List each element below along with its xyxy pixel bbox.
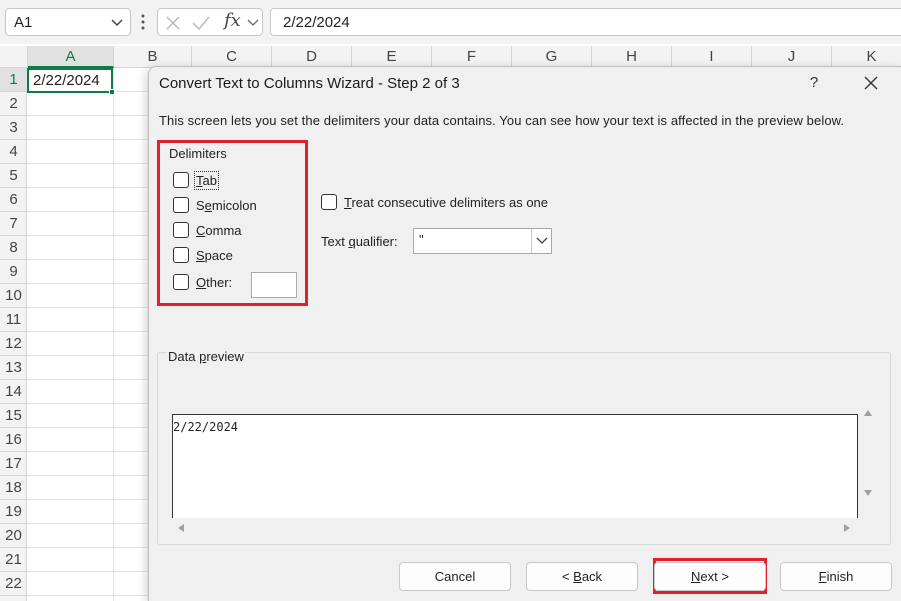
dropdown-button[interactable] <box>531 229 551 253</box>
column-header[interactable]: I <box>672 46 752 68</box>
formula-bar: A1 fx 2/22/2024 <box>0 0 901 44</box>
row-header[interactable]: 9 <box>0 260 27 284</box>
gridline <box>113 68 114 601</box>
formula-actions: fx <box>157 8 263 36</box>
comma-checkbox[interactable] <box>173 222 189 238</box>
name-box[interactable]: A1 <box>5 8 131 36</box>
text-qualifier-select[interactable]: " <box>413 228 552 254</box>
next-button[interactable]: Next > <box>654 562 766 591</box>
fill-handle[interactable] <box>109 89 115 95</box>
row-header[interactable]: 21 <box>0 548 27 572</box>
consecutive-label: Treat consecutive delimiters as one <box>344 195 549 210</box>
tab-checkbox[interactable] <box>173 172 189 188</box>
scroll-down-icon[interactable] <box>863 488 873 498</box>
semicolon-checkbox[interactable] <box>173 197 189 213</box>
data-preview-box[interactable]: 2/22/2024 <box>172 414 858 518</box>
text-qualifier-value: " <box>419 232 424 247</box>
column-header[interactable]: E <box>352 46 432 68</box>
back-button[interactable]: < Back <box>526 562 638 591</box>
row-header[interactable]: 11 <box>0 308 27 332</box>
space-label: Space <box>196 248 233 263</box>
scroll-right-icon[interactable] <box>842 523 852 533</box>
consecutive-checkbox[interactable] <box>321 194 337 210</box>
delimiters-group: Delimiters Tab Semicolon Comma Space Oth… <box>157 140 308 306</box>
row-header[interactable]: 3 <box>0 116 27 140</box>
column-header[interactable]: J <box>752 46 832 68</box>
row-header[interactable]: 5 <box>0 164 27 188</box>
scroll-up-icon[interactable] <box>863 408 873 418</box>
row-header[interactable]: 12 <box>0 332 27 356</box>
text-qualifier-label: Text qualifier: <box>321 234 398 249</box>
formula-value: 2/22/2024 <box>283 14 350 31</box>
row-header[interactable]: 18 <box>0 476 27 500</box>
column-header[interactable]: D <box>272 46 352 68</box>
column-headers: A B C D E F G H I J K <box>0 46 901 68</box>
column-header[interactable]: H <box>592 46 672 68</box>
row-header[interactable]: 22 <box>0 572 27 596</box>
row-header[interactable]: 4 <box>0 140 27 164</box>
close-icon[interactable] <box>856 71 886 95</box>
row-header[interactable]: 2 <box>0 92 27 116</box>
comma-label: Comma <box>196 223 242 238</box>
tab-label: Tab <box>194 171 219 190</box>
data-preview-legend: Data preview <box>167 349 245 364</box>
formula-input[interactable]: 2/22/2024 <box>270 8 901 36</box>
help-button[interactable]: ? <box>803 71 825 95</box>
column-header[interactable]: C <box>192 46 272 68</box>
column-header[interactable]: K <box>832 46 901 68</box>
column-header[interactable]: G <box>512 46 592 68</box>
cell-value: 2/22/2024 <box>33 72 100 89</box>
column-header[interactable]: A <box>28 46 114 68</box>
cell-a1[interactable]: 2/22/2024 <box>27 68 115 95</box>
other-label: Other: <box>196 275 233 290</box>
row-header[interactable]: 20 <box>0 524 27 548</box>
delimiters-legend: Delimiters <box>169 146 227 161</box>
text-to-columns-dialog: Convert Text to Columns Wizard - Step 2 … <box>148 66 901 601</box>
dialog-description: This screen lets you set the delimiters … <box>159 113 845 128</box>
more-options-icon[interactable] <box>140 13 146 31</box>
row-header[interactable]: 10 <box>0 284 27 308</box>
preview-line: 2/22/2024 <box>173 420 239 434</box>
row-header[interactable]: 16 <box>0 428 27 452</box>
chevron-down-icon[interactable] <box>247 18 259 28</box>
row-header[interactable]: 1 <box>0 68 27 92</box>
row-header[interactable]: 6 <box>0 188 27 212</box>
check-icon[interactable] <box>191 14 211 32</box>
dialog-title: Convert Text to Columns Wizard - Step 2 … <box>159 75 460 92</box>
row-header[interactable]: 19 <box>0 500 27 524</box>
chevron-down-icon <box>111 19 123 27</box>
select-all-corner[interactable] <box>0 46 28 68</box>
row-header[interactable]: 17 <box>0 452 27 476</box>
row-header[interactable]: 15 <box>0 404 27 428</box>
column-header[interactable]: B <box>114 46 192 68</box>
finish-button[interactable]: Finish <box>780 562 892 591</box>
space-checkbox[interactable] <box>173 247 189 263</box>
semicolon-label: Semicolon <box>196 198 257 213</box>
cancel-x-icon[interactable] <box>164 14 182 32</box>
scroll-left-icon[interactable] <box>176 523 186 533</box>
chevron-down-icon <box>536 237 548 244</box>
row-headers: 1 2 3 4 5 6 7 8 9 10 11 12 13 14 15 16 17 18 19 20 21 22 <box>0 68 27 601</box>
row-header[interactable]: 8 <box>0 236 27 260</box>
row-header[interactable]: 14 <box>0 380 27 404</box>
column-header[interactable]: F <box>432 46 512 68</box>
cancel-button[interactable]: Cancel <box>399 562 511 591</box>
row-header[interactable]: 7 <box>0 212 27 236</box>
other-delimiter-input[interactable] <box>251 272 297 298</box>
insert-function-icon[interactable]: fx <box>224 10 241 31</box>
row-header[interactable]: 13 <box>0 356 27 380</box>
data-preview-group: Data preview 2/22/2024 <box>157 349 891 545</box>
name-box-value: A1 <box>14 14 33 31</box>
other-checkbox[interactable] <box>173 274 189 290</box>
